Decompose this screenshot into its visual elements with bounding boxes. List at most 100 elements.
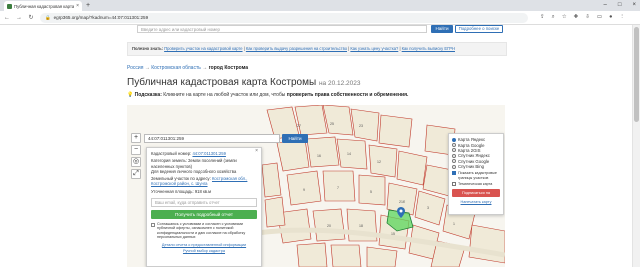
hint-bold: проверить права собственности и обремене… (286, 92, 409, 98)
usage-value: Для ведения личного подсобного хозяйства (151, 168, 237, 174)
breadcrumb-russia[interactable]: Россия (127, 65, 143, 71)
browser-tab-active[interactable]: Публичная кадастровая карта ... × (4, 1, 82, 11)
kadnum-link[interactable]: 44:07:011301:259 (192, 151, 225, 156)
svg-text:27: 27 (297, 124, 301, 128)
map-search-input[interactable]: 44:07:011301:259 (144, 134, 280, 143)
favicon-icon (7, 3, 12, 9)
report-details-link[interactable]: Детали отчета о предоставленной информац… (162, 243, 246, 247)
useful-link-4[interactable]: Как получить выписку ЕГРН (402, 46, 455, 51)
menu-icon[interactable]: ⋮ (619, 14, 625, 21)
useful-link-2[interactable]: Как проверить выдачу разрешения на строи… (246, 46, 347, 51)
hint-text: 💡 Подсказка: Кликните на карте на любой … (127, 92, 408, 98)
extension-icon[interactable]: ✚ (574, 14, 579, 21)
radio-button[interactable] (452, 143, 456, 148)
bookmark-star-icon[interactable]: ☆ (562, 14, 567, 21)
address-bar[interactable]: 🔒 egrp365.org/map/?kadnum=44:07:011301:2… (40, 12, 528, 23)
close-window-icon[interactable]: × (632, 0, 636, 10)
header-search-button[interactable]: Найти (431, 25, 453, 33)
popup-footer: Детали отчета о предоставленной информац… (151, 243, 257, 254)
back-icon[interactable]: ← (4, 15, 10, 21)
layer-label: Карта 2GIS (458, 147, 481, 153)
map-layers-panel: Карта Яндекс Карта Google Карта 2GIS Спу… (448, 133, 504, 215)
search-help-button[interactable]: Подробнее о поиске (455, 25, 503, 33)
download-icon[interactable]: ⇩ (585, 14, 590, 21)
svg-text:21б: 21б (399, 200, 405, 204)
manual-select-link[interactable]: Ручной выбор кадастра (183, 249, 225, 253)
print-map-link[interactable]: Напечатать карту (452, 200, 500, 204)
zoom-out-button[interactable]: − (131, 145, 141, 155)
area-label: Уточненная площадь: (151, 188, 194, 194)
scrollbar-thumb[interactable] (634, 27, 639, 122)
locate-icon[interactable]: ◎ (131, 157, 141, 167)
svg-text:23: 23 (359, 124, 363, 128)
useful-link-3[interactable]: Как узнать цену участка? (350, 46, 398, 51)
header-search: Введите адрес или кадастровый номер Найт… (127, 25, 507, 37)
breadcrumb-separator: → (144, 65, 150, 71)
page-title-date: на 20.12.2023 (318, 80, 361, 87)
radio-button[interactable] (452, 159, 456, 164)
consent-checkbox[interactable] (151, 223, 155, 228)
useful-link-1[interactable]: Проверить участок на кадастровой карте (164, 46, 242, 51)
useful-links-bar: Полезно знать: Проверить участок на када… (127, 42, 507, 56)
layer-label: Спутник Bing (458, 164, 484, 170)
map-find-button[interactable]: Найти (282, 134, 308, 143)
get-report-button[interactable]: Получить подробный отчет (151, 210, 257, 220)
svg-text:1: 1 (453, 222, 455, 226)
subscribe-button[interactable]: Подписаться на изменения (452, 188, 500, 203)
breadcrumb-region[interactable]: Костромская область (151, 65, 201, 71)
header-search-input[interactable]: Введите адрес или кадастровый номер (137, 25, 427, 33)
layer-bing-sat[interactable]: Спутник Bing (452, 164, 500, 169)
parcel-info-popup: × Кадастровый номер: 44:07:011301:259 Ка… (146, 147, 262, 267)
browser-tabstrip: Публичная кадастровая карта ... × + – □ … (0, 0, 640, 11)
svg-text:7: 7 (337, 186, 339, 190)
share-icon[interactable]: ⇪ (540, 14, 545, 21)
svg-text:12: 12 (377, 160, 381, 164)
page-scrollbar[interactable] (632, 25, 640, 267)
maximize-icon[interactable]: □ (618, 0, 622, 10)
links-prefix: Полезно знать: (132, 46, 163, 51)
layer-label: Спутник Яндекс (458, 153, 490, 159)
email-input[interactable]: Ваш email, куда отправить отчет (151, 198, 257, 208)
profile-icon[interactable]: ● (609, 14, 612, 21)
minimize-icon[interactable]: – (604, 0, 607, 10)
svg-text:25: 25 (330, 122, 334, 126)
tab-close-icon[interactable]: × (76, 3, 79, 9)
zoom-in-button[interactable]: + (131, 133, 141, 143)
lock-icon[interactable]: 🔒 (45, 15, 51, 21)
cadastral-borders-toggle[interactable]: Показать кадастровые границы участков (452, 171, 500, 180)
map-marker-icon[interactable] (397, 207, 405, 218)
checkbox[interactable] (452, 171, 456, 176)
new-tab-button[interactable]: + (86, 1, 90, 10)
thematic-map-toggle[interactable]: Тематическая карта (452, 181, 500, 186)
page-title: Публичная кадастровая карта Костромы на … (127, 77, 360, 88)
radio-button[interactable] (452, 148, 456, 153)
reload-icon[interactable]: ↻ (28, 14, 34, 21)
consent-text: Соглашаюсь с условиями и согласен с усло… (157, 222, 246, 239)
checkbox-label: Показать кадастровые границы участков (458, 171, 497, 180)
radio-button[interactable] (452, 164, 456, 169)
svg-text:5: 5 (370, 190, 372, 194)
radio-button[interactable] (452, 137, 456, 142)
layer-label: Карта Яндекс (458, 137, 486, 143)
window-controls: – □ × (604, 0, 636, 10)
checkbox[interactable] (452, 181, 456, 186)
category-row: Категория земель: Земли поселений (земли… (151, 158, 257, 174)
svg-text:9: 9 (303, 188, 305, 192)
radio-button[interactable] (452, 153, 456, 158)
area-row: Уточненная площадь: 918 кв.м (151, 189, 257, 194)
browser-toolbar-icons: ⇪ ⌕ ☆ ✚ ⇩ ▭ ● ⋮ (540, 14, 625, 21)
forward-icon[interactable]: → (16, 15, 22, 21)
popup-close-icon[interactable]: × (255, 148, 258, 154)
kadnum-row: Кадастровый номер: 44:07:011301:259 (151, 151, 257, 156)
area-value: 918 кв.м (194, 188, 212, 194)
cadastral-map[interactable]: 27 25 23 16 14 12 9 7 5 21б 3 1 20 18 15 + − ◎ ⤢ 4… (127, 105, 505, 267)
address-row: Земельный участок по адресу: Костромская… (151, 176, 257, 187)
sidebar-icon[interactable]: ▭ (597, 14, 602, 21)
svg-text:15: 15 (391, 232, 395, 236)
hint-body: Кликните на карте на любой участок или д… (163, 92, 286, 98)
zoom-icon[interactable]: ⌕ (552, 14, 555, 21)
svg-text:20: 20 (327, 224, 331, 228)
address-label: Земельный участок по адресу: (151, 176, 211, 182)
fullscreen-icon[interactable]: ⤢ (131, 169, 141, 179)
svg-text:3: 3 (427, 206, 429, 210)
